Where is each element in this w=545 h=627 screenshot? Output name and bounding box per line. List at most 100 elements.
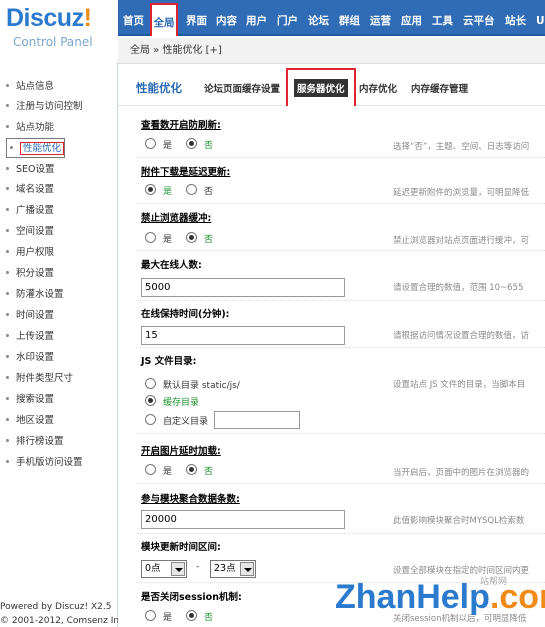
radio-label: 是 [163, 187, 173, 197]
divider [136, 433, 545, 434]
setting-hint: 延迟更新附件的浏览量，可明显降低 [393, 188, 530, 198]
topnav-item[interactable]: 论坛 [308, 0, 329, 36]
radio-no[interactable] [186, 138, 197, 149]
radio-label: 是 [163, 613, 173, 623]
start-hour-select[interactable]: 0点 [141, 560, 187, 578]
topnav-item[interactable]: 用户 [246, 0, 267, 36]
sidebar-item[interactable]: 用户权限 [6, 243, 54, 263]
setting-hint: 设置全部模块在指定的时间区间内更 [393, 566, 530, 576]
sidebar-item[interactable]: 排行榜设置 [6, 432, 64, 452]
topnav-active-tab[interactable]: 全局 [150, 3, 178, 36]
top-navigation: 全局 首页 界面 内容 用户 门户 论坛 群组 运营 应用 工具 云平台 站长 … [118, 0, 545, 36]
sidebar: 站点信息 注册与访问控制 站点功能 性能优化 SEO设置 域名设置 广播设置 空… [0, 62, 127, 627]
sidebar-item[interactable]: 附件类型尺寸 [6, 369, 73, 389]
sidebar-item[interactable]: 时间设置 [6, 306, 54, 326]
radio-label: 缓存目录 [163, 398, 200, 408]
tab-memory-cache[interactable]: 内存缓存管理 [411, 81, 468, 95]
radio-cache-dir[interactable] [145, 395, 156, 406]
tab-forum-cache[interactable]: 论坛页面缓存设置 [204, 81, 280, 95]
radio-label: 默认目录 static/js/ [163, 381, 240, 391]
radio-yes[interactable] [145, 610, 156, 621]
radio-default-dir[interactable] [145, 378, 156, 389]
topnav-item[interactable]: 群组 [339, 0, 360, 36]
topnav-item[interactable]: 应用 [401, 0, 422, 36]
topnav-item[interactable]: 界面 [186, 0, 207, 36]
bullet-icon [6, 439, 9, 442]
sidebar-item[interactable]: 域名设置 [6, 180, 54, 200]
logo-subtitle: Control Panel [13, 35, 93, 49]
bullet-icon [6, 355, 9, 358]
divider [136, 203, 545, 204]
radio-label: 是 [163, 467, 173, 477]
chevron-down-icon [171, 562, 185, 576]
sidebar-item[interactable]: 手机版访问设置 [6, 453, 83, 473]
watermark: ZhanHelp.com [335, 578, 545, 616]
topnav-item[interactable]: 运营 [370, 0, 391, 36]
setting-label: 禁止浏览器缓冲: [141, 213, 212, 224]
setting-label: 开启图片延时加载: [141, 446, 221, 457]
sidebar-item[interactable]: 地区设置 [6, 411, 54, 431]
sidebar-item[interactable]: 防灌水设置 [6, 285, 64, 305]
max-online-input[interactable]: 5000 [141, 278, 345, 297]
sidebar-item[interactable]: 空间设置 [6, 222, 54, 242]
tab-memory-optimize[interactable]: 内存优化 [359, 81, 397, 95]
topnav-item[interactable]: 门户 [277, 0, 298, 36]
bullet-icon [6, 376, 9, 379]
setting-hint: 设置站点 JS 文件的目录，当脚本目 [393, 380, 526, 390]
powered-by: Powered by Discuz! X2.5 [0, 602, 112, 612]
bullet-icon [6, 229, 9, 232]
radio-label: 是 [163, 235, 173, 245]
radio-yes[interactable] [145, 232, 156, 243]
radio-label: 是 [163, 141, 173, 151]
radio-label: 否 [204, 235, 214, 245]
topnav-item[interactable]: 首页 [123, 0, 144, 36]
copyright: © 2001-2012, Comsenz Inc. [0, 616, 127, 626]
radio-no[interactable] [186, 464, 197, 475]
radio-custom-dir[interactable] [145, 414, 156, 425]
bullet-icon [6, 313, 9, 316]
sidebar-item[interactable]: 积分设置 [6, 264, 54, 284]
divider [136, 347, 545, 348]
online-hold-time-input[interactable]: 15 [141, 326, 345, 345]
block-data-count-input[interactable]: 20000 [141, 510, 345, 529]
sidebar-item[interactable]: SEO设置 [6, 160, 55, 180]
sidebar-item[interactable]: 水印设置 [6, 348, 54, 368]
divider [136, 533, 545, 534]
sidebar-item-selected[interactable]: 性能优化 [6, 138, 66, 158]
bullet-icon [6, 167, 9, 170]
setting-hint: 当开启后，页面中的图片在浏览器的 [393, 468, 530, 478]
sidebar-item[interactable]: 广播设置 [6, 201, 54, 221]
bullet-icon [6, 460, 9, 463]
sidebar-item[interactable]: 站点信息 [6, 77, 54, 97]
bullet-icon [6, 125, 9, 128]
radio-yes[interactable] [145, 184, 156, 195]
custom-dir-input[interactable] [214, 411, 300, 429]
radio-yes[interactable] [145, 464, 156, 475]
radio-no[interactable] [186, 232, 197, 243]
radio-no[interactable] [186, 610, 197, 621]
topnav-item[interactable]: 工具 [432, 0, 453, 36]
topnav-item[interactable]: UC [536, 0, 545, 36]
divider [136, 250, 545, 251]
bullet-icon [6, 208, 9, 211]
radio-label: 否 [204, 613, 214, 623]
sidebar-item[interactable]: 上传设置 [6, 327, 54, 347]
tab-bar: 性能优化 论坛页面缓存设置 服务器优化 内存优化 内存缓存管理 [118, 64, 545, 106]
setting-label: 模块更新时间区间: [141, 542, 221, 553]
radio-yes[interactable] [145, 138, 156, 149]
topnav-item[interactable]: 云平台 [463, 0, 495, 36]
radio-label: 否 [204, 187, 214, 197]
setting-hint: 此值影响模块聚合时MYSQL检索数 [393, 516, 525, 526]
range-dash: - [196, 562, 200, 572]
bullet-icon [6, 187, 9, 190]
topnav-item[interactable]: 内容 [216, 0, 237, 36]
topnav-item[interactable]: 站长 [505, 0, 526, 36]
sidebar-item[interactable]: 搜索设置 [6, 390, 54, 410]
radio-no[interactable] [186, 184, 197, 195]
sidebar-item[interactable]: 注册与访问控制 [6, 97, 83, 117]
page-title: 性能优化 [136, 81, 182, 95]
tab-server-optimize[interactable]: 服务器优化 [286, 68, 356, 106]
end-hour-select[interactable]: 23点 [210, 560, 256, 578]
sidebar-item[interactable]: 站点功能 [6, 118, 54, 138]
bullet-icon [6, 271, 9, 274]
